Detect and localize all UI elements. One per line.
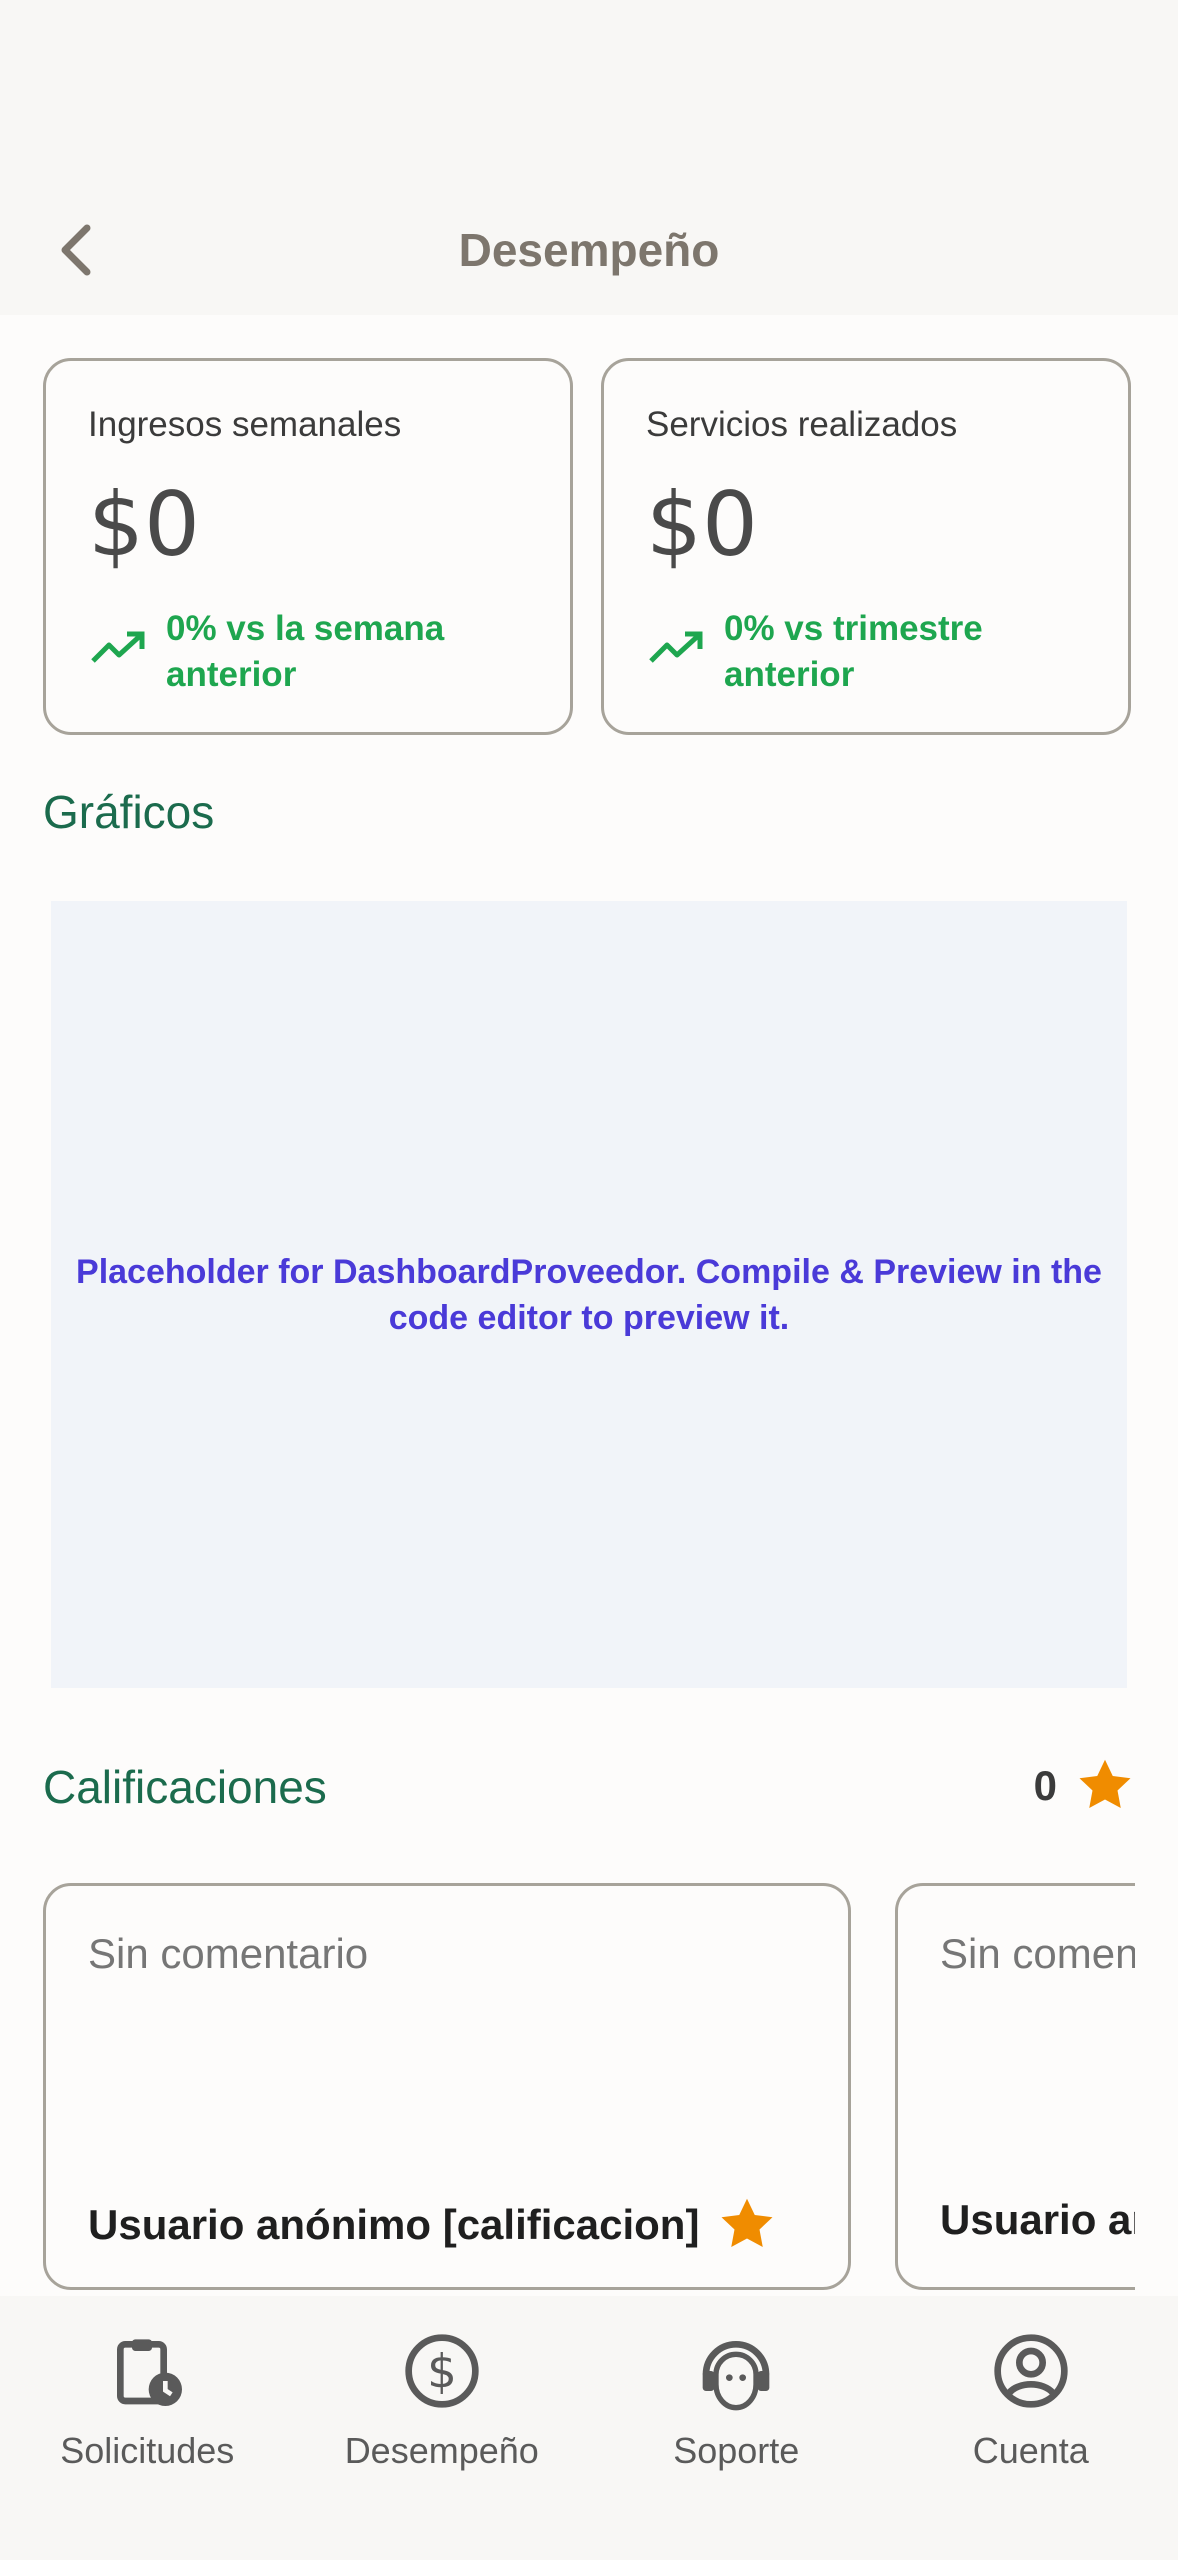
placeholder-text: Placeholder for DashboardProveedor. Comp… xyxy=(76,1252,1102,1337)
nav-item-cuenta[interactable]: Cuenta xyxy=(884,2296,1178,2560)
svg-text:$: $ xyxy=(427,2346,457,2400)
nav-label: Cuenta xyxy=(972,2430,1089,2471)
review-user: Usuario anónimo [calificacion] xyxy=(88,2201,700,2248)
nav-label: Soporte xyxy=(673,2430,800,2471)
nav-item-solicitudes[interactable]: Solicitudes xyxy=(0,2296,295,2560)
graphs-section-title: Gráficos xyxy=(43,786,215,838)
card-trend: 0% vs la semana anterior xyxy=(166,609,445,694)
nav-item-soporte[interactable]: Soporte xyxy=(589,2296,884,2560)
trending-up-icon xyxy=(91,631,145,663)
review-footer: Usuario anónimo [calificacion] xyxy=(940,2196,1135,2244)
review-comment: Sin comentario xyxy=(940,1930,1135,1977)
dollar-circle-icon: $ xyxy=(405,2334,479,2408)
card-trend: 0% vs trimestre anterior xyxy=(724,609,983,694)
nav-label: Desempeño xyxy=(344,2430,539,2471)
star-icon xyxy=(1079,1759,1131,1808)
review-card[interactable]: Sin comentario Usuario anónimo [califica… xyxy=(895,1883,1135,2290)
support-agent-icon xyxy=(702,2341,770,2411)
ratings-section-title: Calificaciones xyxy=(43,1761,327,1813)
dashboard-chart-placeholder: Placeholder for DashboardProveedor. Comp… xyxy=(51,901,1127,1688)
review-comment: Sin comentario xyxy=(88,1930,369,1977)
account-circle-icon xyxy=(994,2334,1068,2408)
review-footer: Usuario anónimo [calificacion] xyxy=(88,2196,777,2254)
reviews-carousel[interactable]: Sin comentario Usuario anónimo [califica… xyxy=(43,1883,1135,2293)
weekly-income-card: Ingresos semanales $0 0% vs la semana an… xyxy=(43,358,573,735)
nav-label: Solicitudes xyxy=(60,2430,235,2471)
trending-up-icon xyxy=(649,631,703,663)
card-label: Ingresos semanales xyxy=(88,405,402,444)
ratings-count: 0 xyxy=(1033,1762,1057,1809)
card-value: $0 xyxy=(646,473,758,576)
ratings-summary: 0 xyxy=(1034,1757,1135,1815)
page-title: Desempeño xyxy=(458,224,720,276)
star-icon xyxy=(721,2198,773,2247)
status-bar-area xyxy=(0,0,1178,190)
review-card[interactable]: Sin comentario Usuario anónimo [califica… xyxy=(43,1883,851,2290)
clipboard-clock-icon xyxy=(117,2339,183,2406)
nav-item-desempeno[interactable]: $ Desempeño xyxy=(295,2296,590,2560)
bottom-navigation: Solicitudes $ Desempeño Soporte Cuenta xyxy=(0,2296,1178,2560)
card-label: Servicios realizados xyxy=(646,405,958,444)
app-header: Desempeño xyxy=(0,190,1178,315)
card-value: $0 xyxy=(88,473,200,576)
review-user: Usuario anónimo [calificacion] xyxy=(940,2196,1135,2243)
services-done-card: Servicios realizados $0 0% vs trimestre … xyxy=(601,358,1131,735)
